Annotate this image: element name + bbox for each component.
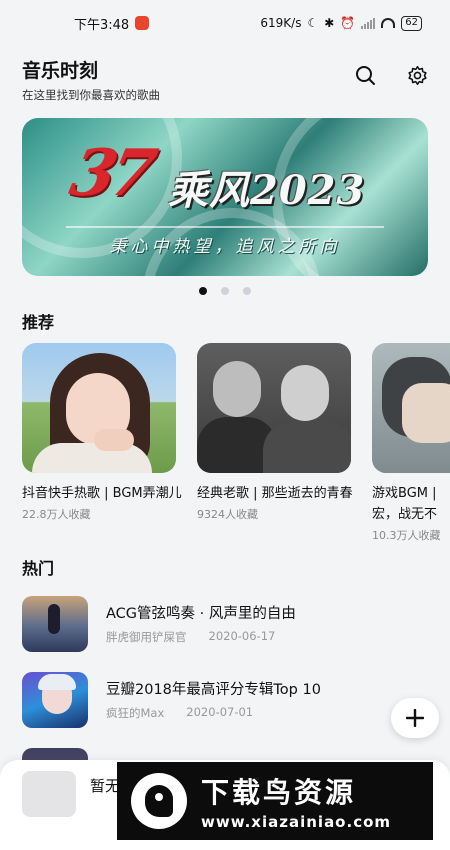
playlist-favorites: 22.8万人收藏 xyxy=(22,508,91,521)
now-playing-cover xyxy=(22,771,76,817)
watermark-url: www.xiazainiao.com xyxy=(201,813,392,831)
plus-icon xyxy=(406,709,424,727)
playlist-card[interactable]: 抖音快手热歌 | BGM弄潮儿 22.8万人收藏 xyxy=(22,343,182,522)
status-bar: 下午3:48 619K/s ☾ ✱ ⏰ 62 xyxy=(0,0,450,46)
banner-number: 37 xyxy=(64,136,158,211)
playlist-title: ACG管弦鸣奏 · 风声里的自由 xyxy=(106,606,296,622)
moon-icon: ☾ xyxy=(307,16,319,30)
playlist-cover xyxy=(22,343,176,473)
signal-icon xyxy=(361,17,376,29)
page-header: 音乐时刻 在这里找到你最喜欢的歌曲 xyxy=(22,56,428,102)
recommend-section-title: 推荐 xyxy=(22,313,55,332)
add-button[interactable] xyxy=(391,698,439,738)
playlist-title: 豆瓣2018年最高评分专辑Top 10 xyxy=(106,682,321,698)
bird-logo-icon xyxy=(131,773,187,829)
list-item[interactable]: ACG管弦鸣奏 · 风声里的自由 胖虎御用铲屎官 2020-06-17 xyxy=(22,596,428,652)
network-speed: 619K/s xyxy=(260,16,302,30)
watermark: 下载鸟资源 www.xiazainiao.com xyxy=(117,762,433,840)
banner-title: 乘风2023 xyxy=(168,167,366,214)
playlist-date: 2020-06-17 xyxy=(208,629,276,643)
carousel-indicator xyxy=(0,287,450,295)
playlist-name: 游戏BGM | 宏，战无不 xyxy=(372,486,438,522)
recommend-list: 抖音快手热歌 | BGM弄潮儿 22.8万人收藏 经典老歌 | 那些逝去的青春 … xyxy=(22,343,450,543)
playlist-name: 抖音快手热歌 | BGM弄潮儿 xyxy=(22,486,182,501)
carousel-dot[interactable] xyxy=(221,287,229,295)
playlist-author: 疯狂的Max xyxy=(106,706,165,720)
banner-divider xyxy=(66,226,384,228)
carousel-dot[interactable] xyxy=(243,287,251,295)
wifi-icon xyxy=(381,18,396,28)
gear-icon xyxy=(407,65,427,85)
playlist-card[interactable]: 游戏BGM | 宏，战无不 10.3万人收藏 xyxy=(372,343,450,543)
playlist-name: 经典老歌 | 那些逝去的青春 xyxy=(197,486,353,501)
status-time: 下午3:48 xyxy=(74,17,130,33)
page-subtitle: 在这里找到你最喜欢的歌曲 xyxy=(22,88,160,102)
watermark-title: 下载鸟资源 xyxy=(201,776,357,809)
banner-slogan: 秉心中热望，追风之所向 xyxy=(109,237,341,257)
carousel-dot[interactable] xyxy=(199,287,207,295)
playlist-cover xyxy=(22,672,88,728)
alarm-icon: ⏰ xyxy=(340,16,356,30)
playlist-author: 胖虎御用铲屎官 xyxy=(106,630,187,644)
playlist-cover xyxy=(22,596,88,652)
bluetooth-icon: ✱ xyxy=(324,16,335,30)
list-item[interactable]: 豆瓣2018年最高评分专辑Top 10 疯狂的Max 2020-07-01 xyxy=(22,672,428,728)
settings-button[interactable] xyxy=(406,64,428,86)
playlist-cover xyxy=(372,343,450,473)
notification-app-icon xyxy=(135,16,150,30)
promo-banner[interactable]: 37 乘风2023 秉心中热望，追风之所向 xyxy=(22,118,428,276)
playlist-card[interactable]: 经典老歌 | 那些逝去的青春 9324人收藏 xyxy=(197,343,353,522)
search-icon xyxy=(355,65,375,85)
playlist-favorites: 10.3万人收藏 xyxy=(372,529,441,542)
playlist-date: 2020-07-01 xyxy=(186,705,254,719)
search-button[interactable] xyxy=(354,64,376,86)
playlist-favorites: 9324人收藏 xyxy=(197,508,258,521)
playlist-cover xyxy=(197,343,351,473)
battery-icon: 62 xyxy=(401,15,422,31)
now-playing-text: 暂无 xyxy=(90,777,121,795)
hot-section-title: 热门 xyxy=(22,559,55,578)
